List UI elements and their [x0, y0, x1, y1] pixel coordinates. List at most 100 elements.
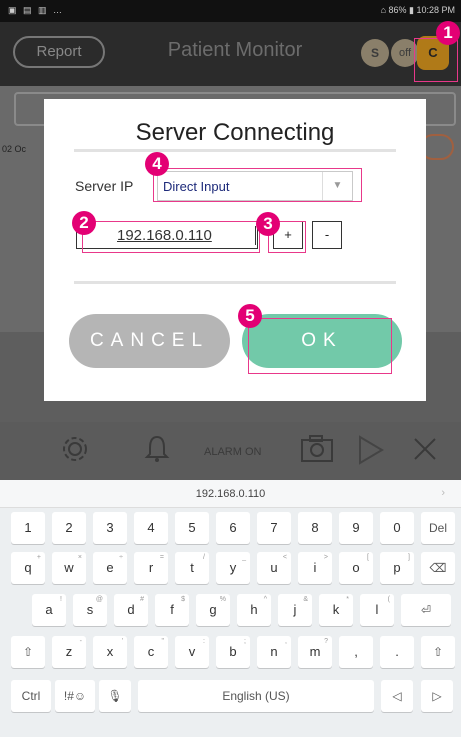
remove-ip-button[interactable]: -: [312, 221, 342, 249]
key-label: t: [190, 560, 194, 575]
shift-key[interactable]: ⇧: [11, 636, 45, 668]
key-hint: <: [282, 554, 287, 561]
key-t[interactable]: t /: [175, 552, 209, 584]
key-hint: %: [219, 596, 226, 603]
key-g[interactable]: g%: [196, 594, 230, 626]
key-label: 🎙: [107, 689, 123, 703]
key-9[interactable]: 9: [339, 512, 373, 544]
key-b[interactable]: b;: [216, 636, 250, 668]
key-j[interactable]: j &: [278, 594, 312, 626]
key-k[interactable]: k *: [319, 594, 353, 626]
key-hint: +: [36, 554, 41, 561]
key-hint: ×: [77, 554, 82, 561]
cancel-button[interactable]: CANCEL: [69, 314, 230, 368]
camera-icon[interactable]: [300, 434, 334, 464]
app-title: Patient Monitor: [167, 39, 303, 61]
key-label: b: [229, 644, 237, 659]
key-v[interactable]: v:: [175, 636, 209, 668]
key-label: ,: [354, 644, 358, 659]
key-hint: $: [181, 596, 185, 603]
key-1[interactable]: 1: [11, 512, 45, 544]
key-label: !#☺: [63, 689, 87, 703]
key-p[interactable]: p]: [380, 552, 414, 584]
key-c[interactable]: c ": [134, 636, 168, 668]
cursor-right-key[interactable]: ▷: [421, 680, 453, 712]
key-label: ⇧: [22, 645, 34, 659]
key-hint: :: [203, 638, 205, 645]
key-label: o: [352, 560, 360, 575]
key-z[interactable]: z-: [52, 636, 86, 668]
key-label: 3: [106, 520, 114, 535]
report-button[interactable]: Report: [13, 36, 105, 68]
settings-gear-icon[interactable]: [60, 434, 90, 464]
play-icon[interactable]: [356, 434, 386, 466]
key-3[interactable]: 3: [93, 512, 127, 544]
key-m[interactable]: m?: [298, 636, 332, 668]
key-e[interactable]: e ÷: [93, 552, 127, 584]
key-4[interactable]: 4: [134, 512, 168, 544]
background-date: 02 Oc: [2, 144, 27, 154]
key-u[interactable]: u <: [257, 552, 291, 584]
key-f[interactable]: f $: [155, 594, 189, 626]
key-w[interactable]: w ×: [52, 552, 86, 584]
bell-icon[interactable]: [144, 434, 170, 464]
key-label: z: [65, 644, 73, 659]
key-hint: ]: [408, 554, 410, 561]
close-icon[interactable]: [412, 434, 438, 464]
shift-key[interactable]: ⇧: [421, 636, 455, 668]
key-,[interactable]: ,: [339, 636, 373, 668]
key-s[interactable]: s @: [73, 594, 107, 626]
key-8[interactable]: 8: [298, 512, 332, 544]
key-5[interactable]: 5: [175, 512, 209, 544]
key-y[interactable]: y _: [216, 552, 250, 584]
key-.[interactable]: .: [380, 636, 414, 668]
annotation-box-4: [153, 168, 362, 202]
key-h[interactable]: h ^: [237, 594, 271, 626]
key-label: l: [375, 602, 379, 617]
key-hint: ;: [244, 638, 246, 645]
ctrl-key[interactable]: Ctrl: [11, 680, 51, 712]
key-hint: ?: [324, 638, 328, 645]
key-0[interactable]: 0: [380, 512, 414, 544]
key-d[interactable]: d #: [114, 594, 148, 626]
cursor-left-key[interactable]: ◁: [381, 680, 413, 712]
key-label: s: [86, 602, 94, 617]
mode-s[interactable]: S: [361, 39, 389, 67]
microphone-key[interactable]: 🎙: [99, 680, 131, 712]
annotation-badge-4: 4: [145, 152, 169, 176]
key-2[interactable]: 2: [52, 512, 86, 544]
enter-key[interactable]: ⏎: [401, 594, 451, 626]
key-label: English (US): [222, 689, 290, 703]
key-7[interactable]: 7: [257, 512, 291, 544]
key-hint: /: [203, 554, 205, 561]
key-label: 6: [229, 520, 237, 535]
key-i[interactable]: i >: [298, 552, 332, 584]
key-o[interactable]: o[: [339, 552, 373, 584]
key-l[interactable]: l(: [360, 594, 394, 626]
status-icons-left: ▣ ▤ ▥ …: [8, 5, 65, 15]
key-hint: ^: [263, 596, 267, 603]
keyboard-suggestion-bar[interactable]: 192.168.0.110 ›: [0, 480, 461, 508]
annotation-box-1: [414, 38, 458, 82]
keyboard-suggestion[interactable]: 192.168.0.110: [0, 488, 461, 500]
key-6[interactable]: 6: [216, 512, 250, 544]
key-a[interactable]: a!: [32, 594, 66, 626]
key-label: 8: [311, 520, 319, 535]
on-screen-keyboard: 192.168.0.110 › 1 2 3 4 5 6 7 8 9 0 Del q + w × e ÷ r = t / y…: [0, 480, 461, 737]
key-label: Del: [428, 521, 447, 535]
key-label: 4: [147, 520, 155, 535]
key-hint: ": [161, 638, 165, 645]
chevron-right-icon[interactable]: ›: [441, 487, 445, 499]
key-label: q: [24, 560, 32, 575]
dialog-title: Server Connecting: [135, 119, 335, 146]
key-r[interactable]: r =: [134, 552, 168, 584]
space-key[interactable]: English (US): [138, 680, 374, 712]
dialog-divider-top: [74, 149, 396, 152]
delete-key[interactable]: Del: [421, 512, 455, 544]
key-q[interactable]: q +: [11, 552, 45, 584]
key-x[interactable]: x ': [93, 636, 127, 668]
key-label: h: [250, 602, 258, 617]
symbols-key[interactable]: !#☺: [55, 680, 95, 712]
backspace-key[interactable]: ⌫: [421, 552, 455, 584]
key-n[interactable]: n,: [257, 636, 291, 668]
